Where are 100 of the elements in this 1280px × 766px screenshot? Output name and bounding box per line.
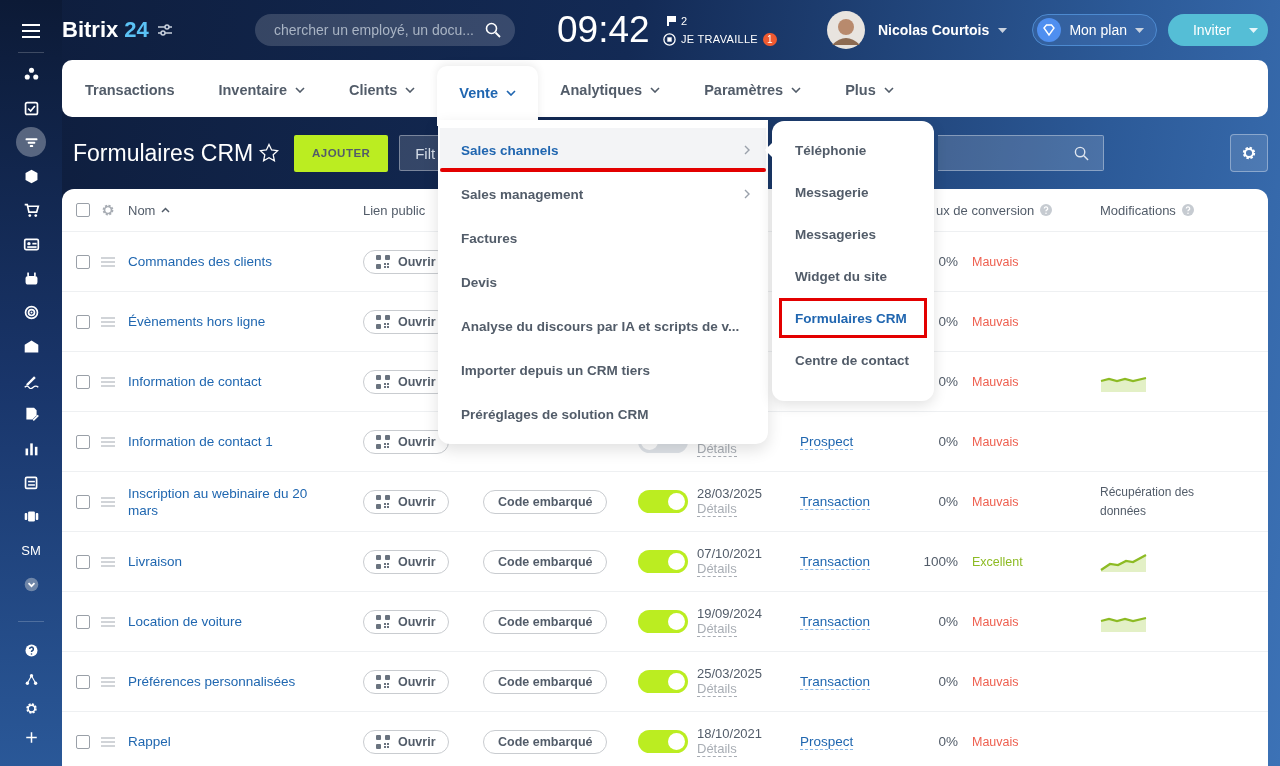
chevron-down-icon	[650, 87, 661, 93]
rating-text: Mauvais	[972, 254, 1019, 269]
conversion-rate: 0%	[938, 674, 958, 689]
work-status[interactable]: JE TRAVAILLE	[681, 33, 758, 45]
checkbox[interactable]	[76, 494, 90, 509]
plus-icon[interactable]	[23, 730, 39, 745]
search-field[interactable]: chercher un employé, un docu...	[255, 14, 515, 46]
drag-handle-icon[interactable]	[101, 676, 115, 687]
gear-icon	[1241, 145, 1257, 161]
submenu-item[interactable]: Téléphonie	[779, 130, 927, 170]
drag-handle-icon[interactable]	[101, 736, 115, 747]
drag-handle-icon[interactable]	[101, 436, 115, 447]
stop-icon[interactable]	[663, 32, 676, 46]
settings-button[interactable]	[1230, 134, 1268, 172]
entity-link[interactable]: Transaction	[800, 674, 871, 690]
menu-item[interactable]: Sales management	[440, 172, 766, 216]
toggle-switch[interactable]	[638, 490, 688, 513]
form-link[interactable]: Évènements hors ligne	[128, 313, 363, 330]
form-link[interactable]: Information de contact	[128, 373, 363, 390]
submenu-item[interactable]: Widget du site	[779, 256, 927, 296]
toggle-switch[interactable]	[638, 550, 688, 573]
form-link[interactable]: Location de voiture	[128, 613, 363, 630]
submenu-item[interactable]: Centre de contact	[779, 340, 927, 380]
checkbox[interactable]	[76, 254, 90, 269]
rating-text: Mauvais	[972, 374, 1019, 389]
help-icon[interactable]	[23, 643, 39, 658]
toggle-switch[interactable]	[638, 610, 688, 633]
nav-tab[interactable]: Inventaire	[196, 63, 327, 117]
embed-code-button[interactable]: Code embarqué	[483, 489, 608, 514]
entity-link[interactable]: Transaction	[800, 554, 871, 570]
submenu-item[interactable]: Formulaires CRM	[779, 298, 927, 338]
logo[interactable]: Bitrix 24	[62, 17, 149, 43]
search-icon[interactable]	[1074, 145, 1090, 161]
nav-tab[interactable]: Paramètres	[682, 63, 824, 117]
sidebar-item[interactable]	[16, 127, 46, 157]
star-icon[interactable]	[259, 143, 280, 163]
conversion-rate: 0%	[938, 434, 958, 449]
user-name[interactable]: Nicolas Courtois	[878, 22, 990, 38]
form-link[interactable]: Inscription au webinaire du 20 mars	[128, 484, 363, 519]
open-button[interactable]: Ouvrir	[363, 609, 449, 634]
filter-field-end[interactable]	[938, 135, 1105, 171]
checkbox[interactable]	[76, 314, 90, 329]
checkbox[interactable]	[76, 203, 90, 217]
drag-handle-icon[interactable]	[101, 316, 115, 327]
drag-handle-icon[interactable]	[101, 496, 115, 507]
column-header[interactable]: Modifications	[1100, 202, 1268, 218]
entity-link[interactable]: Prospect	[800, 434, 854, 450]
form-link[interactable]: Rappel	[128, 733, 363, 750]
drag-handle-icon[interactable]	[101, 556, 115, 567]
column-header[interactable]: Nom	[128, 202, 363, 218]
search-icon[interactable]	[485, 22, 501, 38]
checkbox[interactable]	[76, 614, 90, 629]
nav-tab[interactable]: Vente	[437, 66, 538, 126]
nav-tab[interactable]: Clients	[326, 63, 438, 117]
open-button[interactable]: Ouvrir	[363, 549, 449, 574]
checkbox[interactable]	[76, 734, 90, 749]
checkbox[interactable]	[76, 554, 90, 569]
sliders-icon[interactable]	[157, 24, 172, 36]
drag-handle-icon[interactable]	[101, 256, 115, 267]
drag-handle-icon[interactable]	[101, 376, 115, 387]
rating-text: Mauvais	[972, 614, 1019, 629]
checkbox[interactable]	[76, 434, 90, 449]
add-button[interactable]: AJOUTER	[294, 134, 389, 172]
menu-icon[interactable]	[22, 24, 40, 38]
checkbox[interactable]	[76, 374, 90, 389]
qr-code-icon	[376, 614, 390, 629]
open-button[interactable]: Ouvrir	[363, 669, 449, 694]
plan-button[interactable]: Mon plan	[1032, 14, 1157, 46]
form-link[interactable]: Commandes des clients	[128, 253, 363, 270]
cart-icon	[22, 201, 40, 219]
form-link[interactable]: Préférences personnalisées	[128, 673, 363, 690]
embed-code-button[interactable]: Code embarqué	[483, 729, 608, 754]
form-link[interactable]: Information de contact 1	[128, 433, 363, 450]
toggle-switch[interactable]	[638, 730, 688, 753]
form-link[interactable]: Livraison	[128, 553, 363, 570]
open-button[interactable]: Ouvrir	[363, 729, 449, 754]
nav-tab[interactable]: Plus	[823, 63, 916, 117]
drag-handle-icon[interactable]	[101, 616, 115, 627]
open-button[interactable]: Ouvrir	[363, 429, 449, 454]
embed-code-button[interactable]: Code embarqué	[483, 669, 608, 694]
flag-icon	[667, 15, 676, 26]
conversion-rate: 100%	[923, 554, 958, 569]
nav-tab[interactable]: Transactions	[63, 63, 197, 117]
conversion-rate: 0%	[938, 314, 958, 329]
checkbox[interactable]	[76, 674, 90, 689]
embed-code-button[interactable]: Code embarqué	[483, 549, 608, 574]
avatar[interactable]	[827, 11, 865, 49]
nav-tab[interactable]: Analytiques	[538, 63, 683, 117]
menu-item[interactable]: Sales channels	[440, 128, 766, 172]
toggle-switch[interactable]	[638, 670, 688, 693]
open-button[interactable]: Ouvrir	[363, 489, 449, 514]
network-icon[interactable]	[23, 672, 39, 687]
target-icon	[22, 303, 40, 321]
embed-code-button[interactable]: Code embarqué	[483, 609, 608, 634]
entity-link[interactable]: Prospect	[800, 734, 854, 750]
entity-link[interactable]: Transaction	[800, 614, 871, 630]
gear-icon[interactable]	[23, 701, 39, 716]
entity-link[interactable]: Transaction	[800, 494, 871, 510]
caret-icon[interactable]	[998, 27, 1008, 33]
sidebar-item[interactable]: SM	[16, 535, 46, 565]
